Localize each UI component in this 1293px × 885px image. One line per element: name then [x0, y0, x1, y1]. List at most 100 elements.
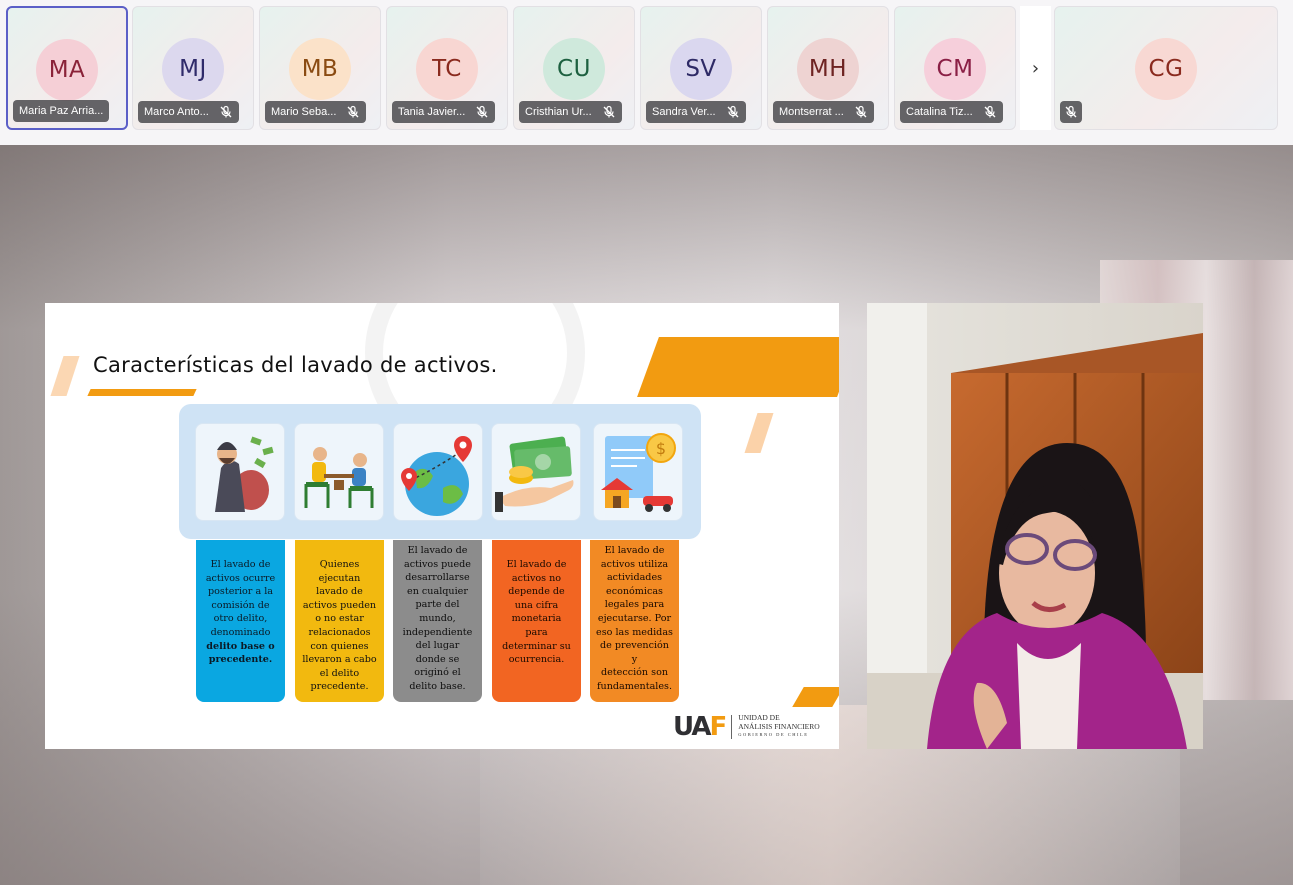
column-text-line: o no estar: [315, 613, 364, 625]
participant-tile[interactable]: TC Tania Javier...: [386, 6, 508, 130]
characteristic-column: Quienes ejecutan lavado de activos pueden o …: [295, 540, 384, 702]
orange-band-decoration: [637, 337, 839, 397]
speaker-video[interactable]: [867, 303, 1203, 749]
avatar: TC: [416, 38, 478, 100]
characteristic-column: El lavado de activos ocurre posterior a la…: [196, 540, 285, 702]
column-text-line: El lavado de: [210, 559, 271, 570]
column-text-line: del lugar: [415, 640, 460, 652]
mic-muted-icon: [602, 105, 616, 119]
column-text-line: legales para: [604, 599, 665, 611]
uaf-logo: UAF UNIDAD DE ANÁLISIS FINANCIERO GOBIER…: [673, 711, 820, 743]
participant-name: Montserrat ...: [779, 106, 844, 118]
column-text-line: ejecutarse. Por: [597, 612, 672, 624]
column-text-line: relacionados: [308, 626, 371, 638]
participant-tile[interactable]: MA Maria Paz Arria...: [6, 6, 128, 130]
column-text-line: monetaria: [511, 613, 562, 625]
column-text-line: Quienes: [319, 559, 360, 570]
next-participants-button[interactable]: ›: [1020, 6, 1051, 130]
participant-name: Maria Paz Arria...: [19, 105, 104, 117]
column-text-line: con quienes: [310, 640, 369, 652]
column-text-line: El lavado de: [506, 559, 567, 570]
icon-panel: $: [179, 404, 701, 539]
avatar: CU: [543, 38, 605, 100]
column-text-line: fundamentales.: [596, 680, 673, 692]
participant-tile[interactable]: MJ Marco Anto...: [132, 6, 254, 130]
mic-muted-icon: [475, 105, 489, 119]
nameplate: Montserrat ...: [773, 101, 874, 123]
thief-with-money-bag-icon: [195, 423, 285, 521]
speaker-video-image: [867, 303, 1203, 749]
column-text-line: activos pueden: [302, 599, 377, 611]
mic-muted-icon: [219, 105, 233, 119]
characteristic-column: El lavado de activos utiliza actividades ec…: [590, 540, 679, 702]
uaf-logo-text: UNIDAD DE ANÁLISIS FINANCIERO GOBIERNO D…: [738, 713, 820, 738]
column-text-line: ejecutan: [318, 572, 361, 584]
column-text-line: delito base.: [409, 680, 466, 692]
column-text-line: donde se: [415, 653, 460, 665]
nameplate: Marco Anto...: [138, 101, 239, 123]
slash-decoration: [50, 356, 80, 396]
participant-tile[interactable]: MH Montserrat ...: [767, 6, 889, 130]
column-text-line: depende de: [508, 586, 565, 598]
column-text-line: desarrollarse: [405, 572, 470, 584]
mic-muted-icon: [346, 105, 360, 119]
hand-with-money-coins-icon: [491, 423, 581, 521]
logo-divider: [731, 715, 733, 739]
document-house-car-coin-icon: $: [593, 423, 683, 521]
slide-title: Características del lavado de activos.: [93, 353, 498, 377]
participant-name: Tania Javier...: [398, 106, 466, 118]
column-text-line: determinar su: [502, 640, 571, 652]
column-text-line: el delito: [319, 667, 360, 679]
nameplate: Sandra Ver...: [646, 101, 746, 123]
avatar: CG: [1135, 38, 1197, 100]
participant-name: Cristhian Ur...: [525, 106, 592, 118]
nameplate: Cristhian Ur...: [519, 101, 622, 123]
column-text-line: denominado: [210, 626, 271, 638]
participant-name: Mario Seba...: [271, 106, 337, 118]
column-text-line: El lavado de: [407, 545, 468, 556]
avatar: MA: [36, 39, 98, 101]
meeting-people-table-icon: [294, 423, 384, 521]
participant-tile[interactable]: MB Mario Seba...: [259, 6, 381, 130]
column-text-line: llevaron a cabo: [302, 654, 377, 666]
svg-text:$: $: [656, 439, 666, 458]
column-text-line: actividades: [606, 572, 663, 584]
column-text-line: El lavado de: [604, 545, 665, 556]
column-text-line: activos no: [511, 572, 562, 584]
avatar: MJ: [162, 38, 224, 100]
column-text-line: en cualquier: [407, 585, 468, 597]
participant-strip: MA Maria Paz Arria... MJ Marco Anto... MB Mar…: [0, 0, 1293, 145]
column-text-line: activos utiliza: [600, 558, 669, 570]
column-bold-text: delito base o: [206, 640, 275, 652]
mic-muted-icon: [854, 105, 868, 119]
column-text-line: activos ocurre: [205, 572, 276, 584]
participant-tile[interactable]: SV Sandra Ver...: [640, 6, 762, 130]
column-text-line: mundo,: [419, 612, 456, 624]
nameplate: Catalina Tiz...: [900, 101, 1003, 123]
slash-decoration: [744, 413, 774, 453]
nameplate: [1060, 101, 1082, 123]
participant-tile[interactable]: CU Cristhian Ur...: [513, 6, 635, 130]
column-text-line: otro delito,: [213, 613, 268, 625]
chevron-right-icon: ›: [1031, 57, 1040, 79]
participant-name: Catalina Tiz...: [906, 106, 973, 118]
column-text-line: económicas: [606, 585, 663, 597]
shared-slide: Características del lavado de activos. $…: [45, 303, 839, 749]
nameplate: Mario Seba...: [265, 101, 367, 123]
mic-muted-icon: [1064, 105, 1078, 119]
mic-muted-icon: [726, 105, 740, 119]
participant-tile-featured[interactable]: CG: [1054, 6, 1278, 130]
globe-location-pins-icon: [393, 423, 483, 521]
nameplate: Maria Paz Arria...: [13, 100, 110, 122]
column-text-line: posterior a la: [208, 586, 273, 598]
column-text-line: comisión de: [211, 599, 270, 611]
column-text-line: independiente: [402, 626, 473, 638]
avatar: CM: [924, 38, 986, 100]
participant-tile[interactable]: CM Catalina Tiz...: [894, 6, 1016, 130]
participant-name: Sandra Ver...: [652, 106, 716, 118]
column-bold-text: precedente.: [208, 654, 273, 666]
characteristic-column: El lavado de activos puede desarrollarse en…: [393, 540, 482, 702]
column-text-line: de prevención y: [600, 640, 669, 665]
characteristic-column: El lavado de activos no depende de una cifr…: [492, 540, 581, 702]
column-text-line: parte del: [415, 599, 460, 611]
